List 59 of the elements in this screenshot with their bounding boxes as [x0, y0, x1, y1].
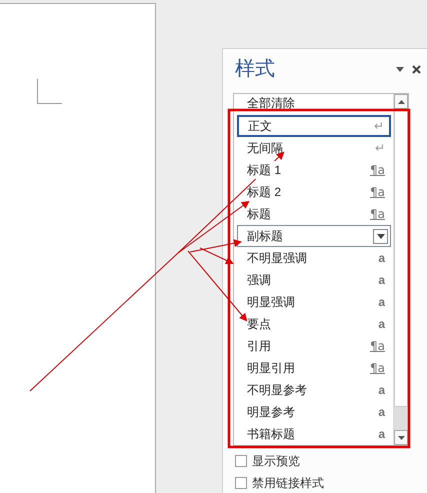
character-mark: a	[378, 272, 386, 289]
paragraph-mark: ↵	[374, 118, 385, 135]
style-name: 不明显强调	[247, 250, 307, 267]
pane-title: 样式	[235, 57, 276, 82]
style-name: 明显强调	[247, 294, 295, 311]
style-name: 要点	[247, 316, 271, 333]
style-item[interactable]: 书籍标题 a	[237, 423, 391, 445]
margin-corner-mark	[37, 79, 62, 104]
linked-style-mark: ¶a	[370, 162, 386, 179]
style-name: 不明显参考	[247, 382, 307, 399]
style-item[interactable]: 标题 ¶a	[237, 203, 391, 225]
scroll-down-icon	[398, 436, 404, 440]
style-item[interactable]: 正文 ↵	[237, 115, 391, 137]
character-mark: a	[378, 316, 386, 333]
scroll-up-icon	[398, 100, 404, 104]
style-name: 标题	[247, 206, 271, 223]
style-item[interactable]: 不明显参考 a	[237, 379, 391, 401]
character-mark: a	[378, 382, 386, 399]
linked-style-mark: ¶a	[370, 338, 386, 355]
scrollbar-thumb[interactable]	[394, 109, 408, 407]
character-mark: a	[378, 294, 386, 311]
style-name: 引用	[247, 338, 271, 355]
scroll-up-button[interactable]	[394, 94, 408, 109]
option-checkbox[interactable]: 显示预览	[235, 452, 427, 470]
style-name: 书籍标题	[247, 426, 295, 443]
style-name: 副标题	[247, 228, 283, 245]
style-item[interactable]: 不明显强调 a	[237, 247, 391, 269]
style-name: 标题 2	[247, 184, 282, 201]
style-item[interactable]: 全部清除	[237, 95, 391, 115]
dropdown-icon	[376, 234, 384, 238]
style-item[interactable]: 明显引用 ¶a	[237, 357, 391, 379]
style-name: 强调	[247, 272, 271, 289]
character-mark: a	[378, 250, 386, 267]
style-name: 明显引用	[247, 360, 295, 377]
style-name: 正文	[248, 118, 272, 135]
style-item[interactable]: 明显参考 a	[237, 401, 391, 423]
style-item[interactable]: 明显强调 a	[237, 291, 391, 313]
style-item[interactable]: 标题 1 ¶a	[237, 159, 391, 181]
style-item[interactable]: 强调 a	[237, 269, 391, 291]
linked-style-mark: ¶a	[370, 360, 386, 377]
linked-style-mark: ¶a	[370, 184, 386, 201]
style-menu-button[interactable]	[373, 228, 388, 244]
style-name: 明显参考	[247, 404, 295, 421]
dropdown-icon[interactable]	[396, 66, 404, 72]
style-item[interactable]: 引用 ¶a	[237, 335, 391, 357]
style-name: 全部清除	[247, 97, 295, 109]
scroll-down-button[interactable]	[394, 430, 408, 445]
style-name: 标题 1	[247, 161, 282, 179]
close-icon[interactable]	[412, 64, 421, 74]
style-item[interactable]: 标题 2 ¶a	[237, 181, 391, 203]
character-mark: a	[378, 404, 386, 421]
linked-style-mark: ¶a	[370, 206, 386, 223]
option-checkbox[interactable]: 禁用链接样式	[235, 474, 427, 492]
paragraph-mark: ↵	[375, 140, 386, 157]
character-mark: a	[378, 426, 386, 443]
style-item[interactable]: 无间隔 ↵	[237, 137, 391, 159]
style-item[interactable]: 副标题	[237, 225, 391, 247]
style-item[interactable]: 要点 a	[237, 313, 391, 335]
style-name: 无间隔	[247, 140, 283, 157]
